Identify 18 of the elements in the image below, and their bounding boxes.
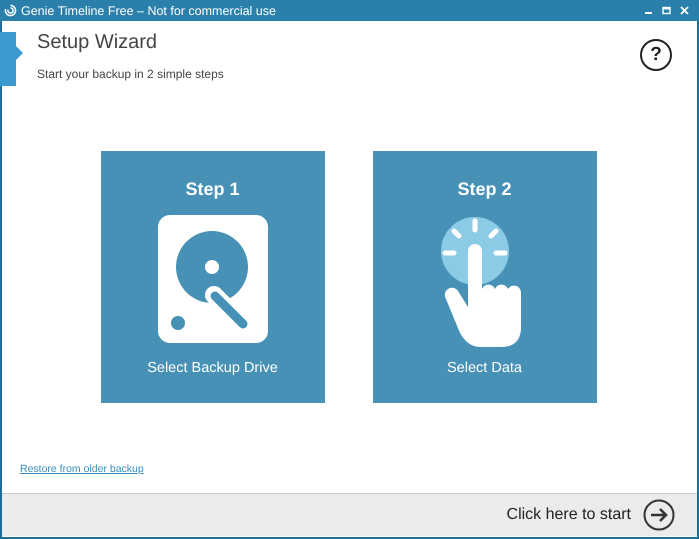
app-logo-icon [4, 4, 17, 17]
restore-link[interactable]: Restore from older backup [20, 463, 144, 475]
step-title: Step 1 [185, 179, 240, 200]
close-icon[interactable] [680, 6, 689, 15]
step-tile[interactable]: Step 1 Select Backup Drive [100, 151, 324, 403]
help-button[interactable]: ? [640, 39, 672, 71]
start-button[interactable]: Click here to start [506, 499, 675, 531]
hard-drive-icon [158, 215, 268, 343]
window-title: Genie Timeline Free – Not for commercial use [21, 4, 277, 18]
step-tile[interactable]: Step 2 Select Data [372, 151, 596, 403]
section-marker [0, 32, 24, 86]
step-label: Select Backup Drive [147, 360, 278, 376]
maximize-icon[interactable] [662, 6, 671, 15]
step-title: Step 2 [457, 179, 512, 200]
page-title: Setup Wizard [37, 31, 158, 54]
page-subtitle: Start your backup in 2 simple steps [37, 67, 225, 81]
step-label: Select Data [447, 360, 522, 376]
arrow-right-icon [643, 499, 675, 531]
